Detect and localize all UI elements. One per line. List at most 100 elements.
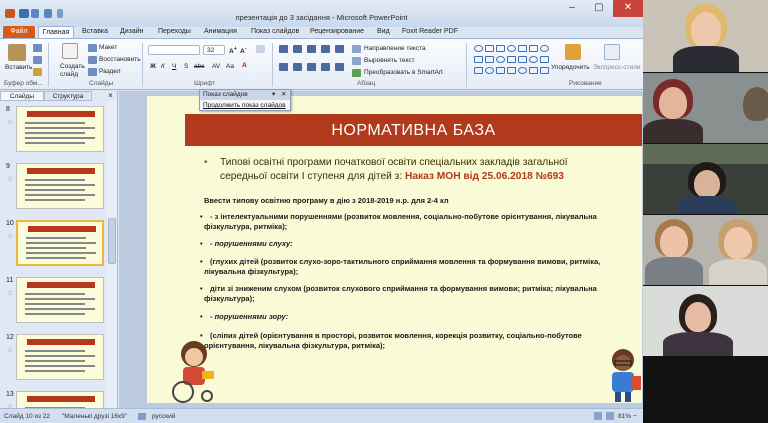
- close-pane-icon[interactable]: ×: [104, 91, 117, 101]
- close-button[interactable]: ✕: [613, 0, 643, 17]
- slide-thumbnail[interactable]: [16, 106, 104, 152]
- bullets-icon[interactable]: [279, 45, 288, 53]
- minimize-button[interactable]: –: [558, 0, 586, 17]
- shape-icon[interactable]: [474, 56, 483, 63]
- slide-thumbnail[interactable]: [16, 220, 104, 266]
- decrease-indent-icon[interactable]: [307, 45, 316, 53]
- copy-icon[interactable]: [33, 56, 42, 64]
- cut-icon[interactable]: [33, 44, 42, 52]
- layout-button[interactable]: Макет: [99, 44, 117, 51]
- popup-title: Показ слайдов: [203, 91, 248, 98]
- tab-outline[interactable]: Структура: [44, 91, 92, 101]
- quick-styles-button[interactable]: Экспресс-стили: [593, 64, 641, 71]
- resume-slideshow-button[interactable]: Продолжить показ слайдов: [203, 102, 286, 109]
- thumbnail-number: 8: [6, 106, 10, 113]
- align-right-icon[interactable]: [307, 63, 316, 71]
- slideshow-popup: Показ слайдов ▾ ✕ Продолжить показ слайд…: [199, 89, 291, 111]
- section-button[interactable]: Раздел: [99, 68, 120, 75]
- shape-icon[interactable]: [540, 45, 549, 52]
- format-painter-icon[interactable]: [33, 68, 42, 76]
- font-name-select[interactable]: [148, 45, 200, 55]
- shape-icon[interactable]: [485, 45, 494, 52]
- slide-thumbnail[interactable]: [16, 277, 104, 323]
- participant-tile[interactable]: [643, 215, 768, 285]
- normal-view-icon[interactable]: [594, 412, 602, 420]
- shape-icon[interactable]: [507, 56, 516, 63]
- text-direction-button[interactable]: Направление текста: [364, 45, 426, 52]
- thumbnail-text-line: [25, 142, 85, 144]
- align-text-button[interactable]: Выровнять текст: [364, 57, 415, 64]
- shape-icon[interactable]: [529, 67, 538, 74]
- new-slide-button[interactable]: Создать слайд: [60, 63, 85, 79]
- grow-font-button[interactable]: A+: [229, 46, 237, 55]
- slide-thumbnail[interactable]: [16, 163, 104, 209]
- justify-icon[interactable]: [321, 63, 330, 71]
- shape-icon[interactable]: [474, 45, 483, 52]
- arrange-icon[interactable]: [565, 44, 581, 60]
- shape-icon[interactable]: [518, 67, 527, 74]
- line-spacing-icon[interactable]: [335, 45, 344, 53]
- shape-icon[interactable]: [540, 67, 549, 74]
- font-color-button[interactable]: A: [242, 62, 247, 69]
- participant-tile[interactable]: [643, 0, 768, 72]
- thumbnail-header: [27, 111, 95, 117]
- quick-styles-icon[interactable]: [604, 44, 620, 60]
- slide-thumbnail[interactable]: [16, 334, 104, 380]
- popup-dropdown-icon[interactable]: ▾: [272, 90, 275, 100]
- align-center-icon[interactable]: [293, 63, 302, 71]
- clear-format-icon[interactable]: [256, 45, 265, 53]
- slide-pane: Слайды Структура × 8☆9☆10☆11☆12☆13☆: [0, 91, 118, 423]
- shape-icon[interactable]: [529, 45, 538, 52]
- current-slide[interactable]: НОРМАТИВНА БАЗА • Типові освітні програм…: [147, 96, 642, 403]
- shape-icon[interactable]: [507, 45, 516, 52]
- participant-tile[interactable]: [643, 286, 768, 356]
- shape-icon[interactable]: [496, 45, 505, 52]
- shape-icon[interactable]: [518, 56, 527, 63]
- tab-slides[interactable]: Слайды: [0, 91, 44, 101]
- arrange-button[interactable]: Упорядочить: [551, 64, 590, 71]
- new-slide-icon[interactable]: [62, 43, 78, 59]
- shape-icon[interactable]: [474, 67, 483, 74]
- shrink-font-button[interactable]: A-: [240, 46, 247, 55]
- shadow-button[interactable]: S: [184, 63, 188, 70]
- sorter-view-icon[interactable]: [606, 412, 614, 420]
- italic-button[interactable]: К: [161, 63, 165, 70]
- paste-icon[interactable]: [8, 44, 26, 61]
- thumbnail-text-line: [25, 370, 85, 372]
- columns-icon[interactable]: [335, 63, 344, 71]
- align-left-icon[interactable]: [279, 63, 288, 71]
- smartart-button[interactable]: Преобразовать в SmartArt: [364, 69, 443, 76]
- zoom-out-icon[interactable]: −: [633, 413, 637, 420]
- shape-icon[interactable]: [496, 67, 505, 74]
- strikethrough-button[interactable]: abc: [194, 63, 204, 70]
- shape-icon[interactable]: [507, 67, 516, 74]
- paste-button[interactable]: Вставить: [5, 64, 33, 71]
- increase-indent-icon[interactable]: [321, 45, 330, 53]
- thumbnail-text-line: [25, 199, 85, 201]
- shape-icon[interactable]: [518, 45, 527, 52]
- main-line2-prefix: середньої освіти І ступеня для дітей з:: [220, 171, 405, 182]
- pane-scrollbar[interactable]: [107, 101, 117, 408]
- ribbon-separator: [48, 43, 49, 87]
- thumbnail-header: [27, 396, 95, 402]
- shape-icon[interactable]: [529, 56, 538, 63]
- shape-icon[interactable]: [485, 56, 494, 63]
- pane-scroll-thumb[interactable]: [108, 218, 116, 264]
- bold-button[interactable]: Ж: [150, 63, 156, 70]
- spacing-button[interactable]: AV: [212, 63, 220, 70]
- font-size-select[interactable]: 32: [203, 45, 225, 55]
- participant-tile[interactable]: [643, 73, 768, 143]
- maximize-button[interactable]: ▢: [585, 0, 613, 17]
- reset-button[interactable]: Восстановить: [99, 56, 141, 63]
- shape-icon[interactable]: [485, 67, 494, 74]
- popup-close-icon[interactable]: ✕: [281, 90, 286, 100]
- shape-icon[interactable]: [496, 56, 505, 63]
- zoom-level[interactable]: 81%: [618, 413, 631, 420]
- shape-icon[interactable]: [540, 56, 549, 63]
- language-indicator[interactable]: русский: [152, 413, 175, 420]
- case-button[interactable]: Aa: [226, 63, 234, 70]
- underline-button[interactable]: Ч: [172, 63, 176, 70]
- participant-tile[interactable]: [643, 144, 768, 214]
- spellcheck-icon[interactable]: [138, 413, 146, 420]
- numbering-icon[interactable]: [293, 45, 302, 53]
